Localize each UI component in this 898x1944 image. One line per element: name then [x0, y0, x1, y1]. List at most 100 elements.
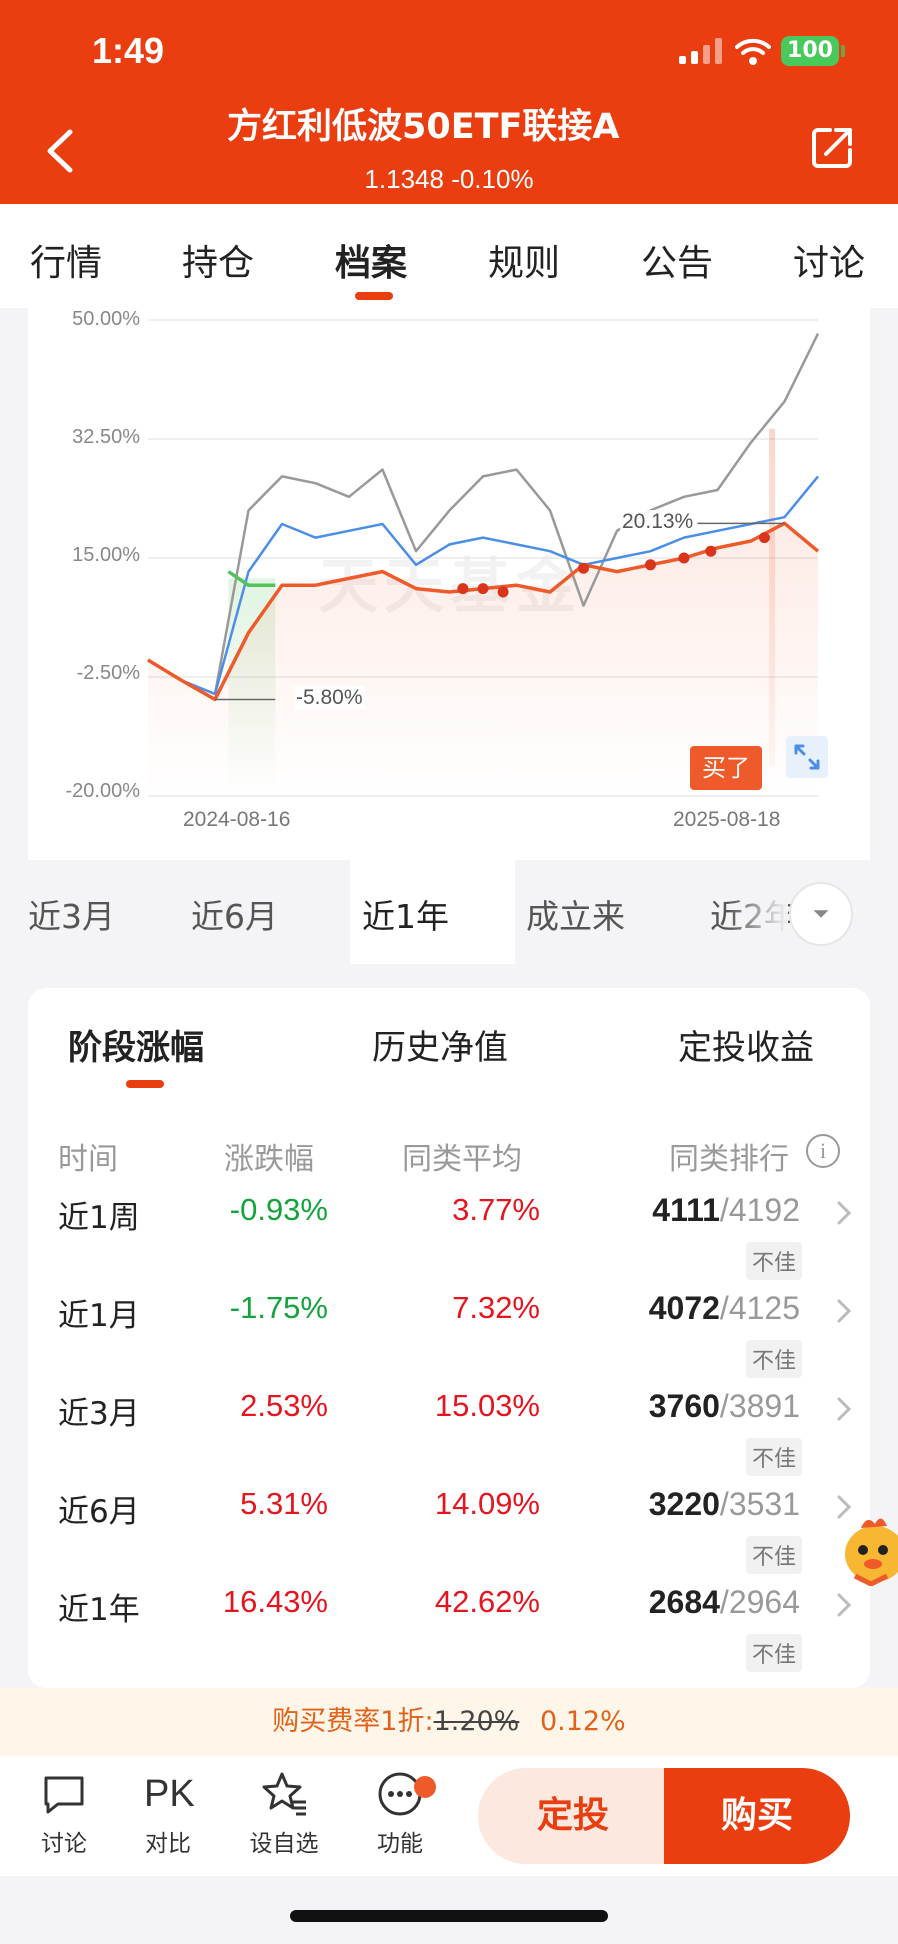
functions-button[interactable]: 功能	[358, 1770, 442, 1858]
tab-announcements[interactable]: 公告	[641, 234, 713, 286]
period-more-button[interactable]	[789, 882, 853, 946]
header-period: 时间	[58, 1142, 118, 1177]
row-peer-avg: 3.77%	[452, 1192, 540, 1227]
sip-button[interactable]: 定投	[478, 1768, 668, 1864]
fee-bar[interactable]: 购买费率1折:1.20% 0.12%	[0, 1688, 898, 1756]
fund-nav: 1.1348	[364, 164, 444, 194]
period-fade	[728, 860, 788, 964]
row-rank: 4072/4125	[649, 1290, 800, 1327]
x-end-label: 2025-08-18	[673, 808, 781, 831]
row-change: 5.31%	[240, 1486, 328, 1521]
buy-point	[477, 583, 489, 595]
rank-badge: 不佳	[745, 1536, 802, 1574]
row-rank: 2684/2964	[649, 1584, 800, 1621]
chevron-right-icon	[837, 1397, 852, 1421]
watchlist-button[interactable]: 设自选	[242, 1770, 326, 1858]
row-rank-value: 4111	[652, 1192, 720, 1228]
battery-icon: 100	[781, 36, 839, 66]
header-peer-rank: 同类排行	[669, 1142, 789, 1177]
fee-label: 购买费率1折:	[272, 1706, 434, 1737]
row-peer-avg: 7.32%	[452, 1290, 540, 1325]
period-1y[interactable]: 近1年	[362, 890, 449, 938]
bottom-bar: 讨论 PK 对比 设自选 功能 定投 购买	[0, 1756, 898, 1876]
table-row[interactable]: 近1月 -1.75% 7.32% 4072/4125 不佳	[28, 1286, 870, 1384]
row-change: 2.53%	[240, 1388, 328, 1423]
period-selector: 近3月 近6月 近1年 成立来 近2年	[28, 860, 870, 964]
notification-dot	[414, 1776, 436, 1798]
row-rank-total: /4125	[719, 1290, 800, 1326]
buy-point	[457, 583, 469, 595]
table-row[interactable]: 近1年 16.43% 42.62% 2684/2964 不佳	[28, 1580, 870, 1678]
row-rank-total: /2964	[719, 1584, 800, 1620]
tab-discussion[interactable]: 讨论	[793, 234, 865, 286]
row-peer-avg: 15.03%	[434, 1388, 540, 1423]
share-icon[interactable]	[810, 124, 856, 170]
tab-holdings[interactable]: 持仓	[182, 234, 254, 286]
top-bar: 1:49 100 南方红利低波50ETF联接A 1.1348 -0.10%	[0, 0, 898, 204]
y-tick-label: 50.00%	[72, 308, 140, 330]
fee-old: 1.20%	[433, 1706, 520, 1737]
star-list-icon	[262, 1772, 306, 1816]
period-3m[interactable]: 近3月	[28, 890, 115, 938]
wifi-icon	[735, 38, 771, 65]
row-peer-avg: 14.09%	[434, 1486, 540, 1521]
mascot-icon[interactable]	[841, 1510, 898, 1586]
row-change: 16.43%	[222, 1584, 328, 1619]
buy-point	[705, 545, 717, 557]
chat-icon	[44, 1776, 84, 1814]
pk-icon: PK	[144, 1773, 195, 1815]
row-period: 近3月	[58, 1396, 140, 1432]
row-period: 近1月	[58, 1298, 140, 1334]
perf-tab-indicator	[126, 1080, 164, 1088]
y-tick-label: 15.00%	[72, 544, 140, 566]
buy-button[interactable]: 购买	[664, 1768, 850, 1864]
active-tab-indicator	[355, 292, 393, 300]
buy-marker-tag[interactable]: 买了	[690, 746, 762, 790]
tab-nav-history[interactable]: 历史净值	[372, 1020, 508, 1069]
info-icon[interactable]: i	[806, 1134, 840, 1168]
expand-icon[interactable]	[786, 736, 828, 778]
buy-point	[645, 559, 656, 571]
tab-profile[interactable]: 档案	[335, 234, 407, 286]
buy-point	[497, 586, 509, 598]
fund-change: -0.10%	[451, 164, 534, 194]
chevron-right-icon	[837, 1593, 852, 1617]
tab-quote[interactable]: 行情	[30, 234, 102, 286]
row-change: -1.75%	[229, 1290, 328, 1325]
y-tick-label: -20.00%	[65, 780, 141, 802]
row-rank: 3760/3891	[649, 1388, 800, 1425]
table-row[interactable]: 近3月 2.53% 15.03% 3760/3891 不佳	[28, 1384, 870, 1482]
fund-title: 南方红利低波50ETF联接A	[228, 107, 620, 147]
period-since-inception[interactable]: 成立来	[526, 890, 625, 938]
discuss-button[interactable]: 讨论	[22, 1770, 106, 1858]
tab-period-returns[interactable]: 阶段涨幅	[68, 1020, 204, 1069]
table-row[interactable]: 近6月 5.31% 14.09% 3220/3531 不佳	[28, 1482, 870, 1580]
compare-label: 对比	[145, 1831, 191, 1857]
row-rank-total: /3531	[719, 1486, 800, 1522]
tab-rules[interactable]: 规则	[488, 234, 560, 286]
chevron-right-icon	[837, 1201, 852, 1225]
home-indicator	[290, 1910, 608, 1922]
period-6m[interactable]: 近6月	[191, 890, 278, 938]
header-change: 涨跌幅	[224, 1142, 314, 1177]
row-change: -0.93%	[229, 1192, 328, 1227]
row-peer-avg: 42.62%	[434, 1584, 540, 1619]
row-rank-value: 2684	[648, 1584, 720, 1620]
performance-chart[interactable]: 天天基金 50.00% 32.50% 15.00% -2.50% -20.00%…	[28, 308, 870, 860]
row-rank-value: 3220	[648, 1486, 720, 1522]
row-period: 近1周	[58, 1200, 140, 1236]
fee-new: 0.12%	[539, 1706, 626, 1737]
cellular-signal-icon	[679, 38, 722, 64]
rank-badge: 不佳	[745, 1242, 802, 1280]
detail-tabs: 行情 持仓 档案 规则 公告 讨论	[0, 204, 898, 308]
rank-badge: 不佳	[745, 1340, 802, 1378]
row-rank-total: /3891	[719, 1388, 800, 1424]
rank-badge: 不佳	[745, 1438, 802, 1476]
performance-card: 阶段涨幅 历史净值 定投收益 时间 涨跌幅 同类平均 同类排行 i 近1周 -0.…	[28, 988, 870, 1688]
compare-button[interactable]: PK 对比	[126, 1770, 210, 1858]
table-row[interactable]: 近1周 -0.93% 3.77% 4111/4192 不佳	[28, 1188, 870, 1286]
row-period: 近1年	[58, 1592, 140, 1628]
row-rank-total: /4192	[719, 1192, 800, 1228]
tab-sip-returns[interactable]: 定投收益	[678, 1020, 814, 1069]
discuss-label: 讨论	[41, 1831, 87, 1857]
